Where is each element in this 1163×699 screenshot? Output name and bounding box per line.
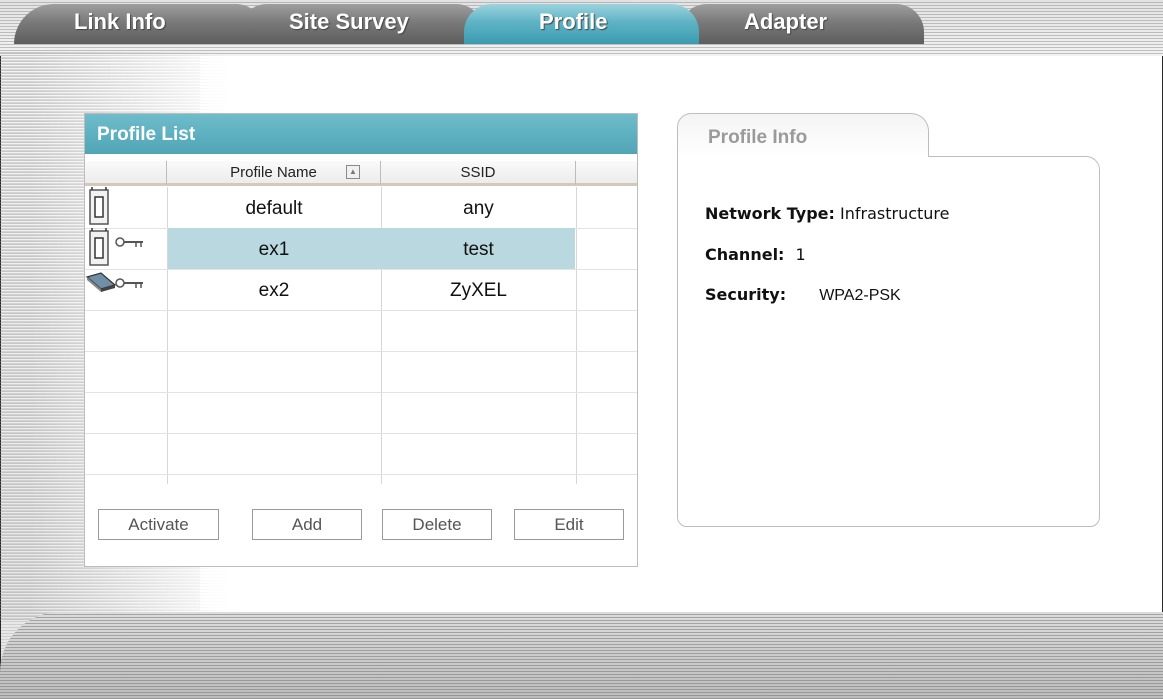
column-header-profile-name[interactable]: Profile Name ▲ xyxy=(167,161,381,186)
access-point-icon xyxy=(89,228,109,266)
empty-table-row xyxy=(85,433,637,474)
tab-link-info[interactable]: Link Info xyxy=(14,4,264,44)
column-header-profile-name-label: Profile Name xyxy=(230,164,317,181)
profile-info-title: Profile Info xyxy=(677,113,929,157)
add-button[interactable]: Add xyxy=(252,509,362,540)
sort-ascending-icon[interactable]: ▲ xyxy=(346,165,360,179)
tab-bar: Adapter Link Info Site Survey Profile xyxy=(14,4,934,44)
network-type-label: Network Type: xyxy=(705,204,835,223)
delete-button[interactable]: Delete xyxy=(382,509,492,540)
channel-row: Channel: 1 xyxy=(705,245,806,264)
ssid-cell: any xyxy=(463,198,494,219)
profile-name-cell: ex2 xyxy=(258,280,290,301)
ssid-cell: test xyxy=(463,239,494,260)
access-point-icon xyxy=(89,187,109,225)
key-icon xyxy=(115,237,143,247)
channel-value: 1 xyxy=(795,245,806,264)
network-type-row: Network Type: Infrastructure xyxy=(705,204,950,223)
security-row: Security: WPA2-PSK xyxy=(705,285,901,305)
security-label: Security: xyxy=(705,285,787,304)
column-header-ssid[interactable]: SSID xyxy=(381,161,576,186)
ssid-cell: ZyXEL xyxy=(449,280,508,301)
activate-button[interactable]: Activate xyxy=(98,509,219,540)
network-type-value: Infrastructure xyxy=(840,204,950,223)
profile-name-cell: default xyxy=(245,198,303,219)
empty-table-row xyxy=(85,392,637,433)
column-header-icon[interactable] xyxy=(85,161,167,186)
key-icon xyxy=(115,278,143,288)
profile-list-panel: Profile List Profile Name ▲ SSID default… xyxy=(84,113,638,567)
edit-button[interactable]: Edit xyxy=(514,509,624,540)
tab-join xyxy=(678,155,928,158)
empty-table-row xyxy=(85,310,637,351)
row-icons xyxy=(85,269,167,310)
tab-adapter[interactable]: Adapter xyxy=(679,4,924,44)
profile-list-title: Profile List xyxy=(85,114,637,154)
security-value: WPA2-PSK xyxy=(819,287,901,304)
row-icons xyxy=(85,187,167,228)
table-row[interactable]: default any xyxy=(85,187,637,228)
grid-line xyxy=(85,474,637,475)
column-header-extra[interactable] xyxy=(576,161,637,186)
profile-table: Profile Name ▲ SSID default any ex1 test… xyxy=(85,154,637,484)
empty-table-row xyxy=(85,351,637,392)
adapter-card-icon xyxy=(85,272,117,292)
bottom-band xyxy=(0,612,1163,699)
table-row[interactable]: ex2 ZyXEL xyxy=(85,269,637,310)
tab-site-survey[interactable]: Site Survey xyxy=(239,4,484,44)
column-header-ssid-label: SSID xyxy=(460,164,496,181)
channel-label: Channel: xyxy=(705,245,785,264)
table-row[interactable]: ex1 test xyxy=(85,228,637,269)
row-icons xyxy=(85,228,167,269)
profile-name-cell: ex1 xyxy=(258,239,290,260)
tab-profile[interactable]: Profile xyxy=(464,4,699,44)
